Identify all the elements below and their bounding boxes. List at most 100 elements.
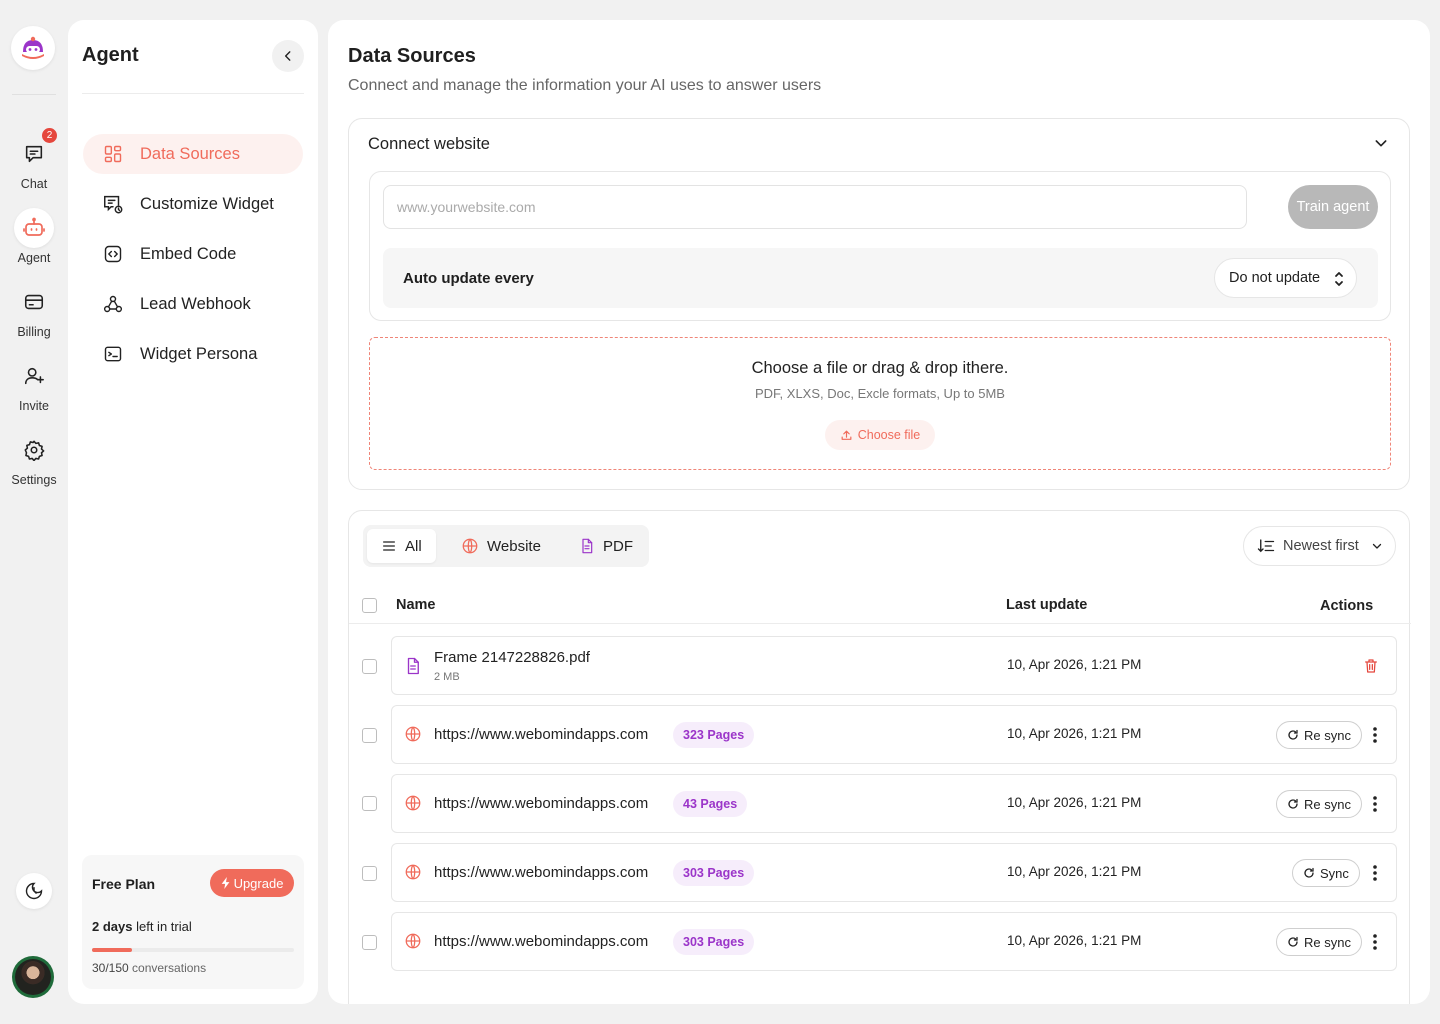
last-update: 10, Apr 2026, 1:21 PM: [1007, 795, 1142, 810]
document-icon: [407, 657, 419, 675]
choose-file-label: Choose file: [857, 428, 921, 442]
bolt-icon: [221, 877, 229, 889]
card-icon: [14, 282, 54, 322]
last-update: 10, Apr 2026, 1:21 PM: [1007, 726, 1142, 741]
tab-label: All: [405, 537, 422, 555]
website-url-input[interactable]: [383, 185, 1247, 229]
more-options-button[interactable]: [1367, 930, 1383, 954]
refresh-icon: [1304, 867, 1314, 878]
select-all-checkbox[interactable]: [362, 598, 377, 613]
page-title: Data Sources: [348, 45, 476, 67]
column-header-name: Name: [396, 597, 436, 613]
trash-icon[interactable]: [1363, 657, 1379, 675]
upgrade-label: Upgrade: [233, 875, 284, 891]
more-options-button[interactable]: [1367, 792, 1383, 816]
rail-item-billing[interactable]: Billing: [0, 282, 68, 339]
row-checkbox[interactable]: [362, 659, 377, 674]
file-drop-zone[interactable]: Choose a file or drag & drop ithere. PDF…: [369, 337, 1391, 470]
app-logo[interactable]: [11, 26, 55, 70]
more-options-button[interactable]: [1367, 723, 1383, 747]
sync-label: Sync: [1320, 865, 1349, 881]
resync-button[interactable]: Re sync: [1276, 790, 1362, 818]
main-panel: Data Sources Connect and manage the info…: [328, 20, 1430, 1004]
usage-text: 30/150 conversations: [92, 961, 206, 975]
rail-label-agent: Agent: [17, 251, 51, 265]
filter-tabs: All Website PDF: [363, 525, 649, 567]
list-icon: [383, 541, 395, 551]
pages-badge: 43 Pages: [673, 791, 748, 817]
last-update: 10, Apr 2026, 1:21 PM: [1007, 657, 1142, 672]
sidebar-item-widget-persona[interactable]: Widget Persona: [83, 334, 303, 374]
source-name: https://www.webomindapps.com: [434, 864, 649, 881]
column-header-actions: Actions: [1320, 598, 1374, 614]
sidebar-item-customize-widget[interactable]: Customize Widget: [83, 184, 303, 224]
usage-progress-bar: [92, 948, 294, 952]
sidebar-item-lead-webhook[interactable]: Lead Webhook: [83, 284, 303, 324]
more-vertical-icon: [1373, 727, 1377, 743]
chat-icon: 2: [14, 128, 57, 174]
plan-card: Free Plan Upgrade 2 days left in trial 3…: [82, 855, 304, 989]
rail-item-agent[interactable]: Agent: [0, 208, 68, 265]
tab-all[interactable]: All: [367, 529, 436, 563]
resync-button[interactable]: Re sync: [1276, 928, 1362, 956]
resync-label: Re sync: [1304, 727, 1351, 743]
row-checkbox[interactable]: [362, 935, 377, 950]
resync-label: Re sync: [1304, 796, 1351, 812]
auto-update-row: Auto update every Do not update: [383, 248, 1378, 308]
rail-item-settings[interactable]: Settings: [0, 430, 68, 487]
more-vertical-icon: [1373, 865, 1377, 881]
tab-website[interactable]: Website: [447, 529, 555, 563]
sources-list-card: All Website PDF Newest first Name Last u…: [348, 510, 1411, 1004]
sidebar-item-data-sources[interactable]: Data Sources: [83, 134, 303, 174]
more-options-button[interactable]: [1367, 861, 1383, 885]
drop-zone-title: Choose a file or drag & drop ithere.: [751, 359, 1009, 377]
row-checkbox[interactable]: [362, 866, 377, 881]
sidebar-title: Agent: [82, 44, 139, 66]
sidebar-divider: [82, 93, 304, 94]
table-row[interactable]: https://www.webomindapps.com 43 Pages 10…: [391, 774, 1397, 833]
rail-label-chat: Chat: [20, 177, 48, 191]
rail-item-invite[interactable]: Invite: [0, 356, 68, 413]
plan-title: Free Plan: [92, 876, 156, 892]
table-row[interactable]: Frame 2147228826.pdf 2 MB 10, Apr 2026, …: [391, 636, 1397, 695]
moon-icon: [25, 882, 43, 900]
source-name: https://www.webomindapps.com: [434, 933, 649, 950]
chevron-down-icon[interactable]: [1373, 135, 1389, 151]
row-checkbox[interactable]: [362, 728, 377, 743]
table-row[interactable]: https://www.webomindapps.com 303 Pages 1…: [391, 912, 1397, 971]
globe-icon: [405, 864, 421, 880]
code-icon: [102, 244, 124, 264]
auto-update-label: Auto update every: [403, 270, 534, 287]
row-checkbox[interactable]: [362, 796, 377, 811]
refresh-icon: [1288, 936, 1298, 947]
auto-update-select[interactable]: Do not update: [1214, 258, 1357, 298]
theme-toggle-button[interactable]: [16, 873, 52, 909]
refresh-icon: [1288, 798, 1298, 809]
sync-button[interactable]: Sync: [1292, 859, 1360, 887]
rail-label-billing: Billing: [17, 325, 51, 339]
train-agent-button[interactable]: Train agent: [1288, 185, 1378, 229]
rail-divider: [12, 94, 56, 95]
rail-item-chat[interactable]: 2 Chat: [0, 128, 68, 191]
collapse-sidebar-button[interactable]: [272, 40, 304, 72]
upgrade-button[interactable]: Upgrade: [210, 869, 294, 897]
more-vertical-icon: [1373, 934, 1377, 950]
robot-icon: [14, 208, 54, 248]
tab-pdf[interactable]: PDF: [565, 529, 647, 563]
last-update: 10, Apr 2026, 1:21 PM: [1007, 864, 1142, 879]
logo-icon: [22, 36, 44, 59]
resync-button[interactable]: Re sync: [1276, 721, 1362, 749]
connect-website-title: Connect website: [368, 135, 490, 153]
updown-chevron-icon: [1335, 272, 1343, 286]
sort-select[interactable]: Newest first: [1243, 526, 1396, 566]
usage-count: 30/150: [92, 961, 129, 975]
source-name: https://www.webomindapps.com: [434, 726, 649, 743]
tab-label: PDF: [603, 537, 633, 555]
table-row[interactable]: https://www.webomindapps.com 323 Pages 1…: [391, 705, 1397, 764]
rail-label-invite: Invite: [19, 399, 49, 413]
globe-icon: [462, 538, 478, 554]
table-row[interactable]: https://www.webomindapps.com 303 Pages 1…: [391, 843, 1397, 902]
user-avatar[interactable]: [12, 956, 54, 998]
sidebar-item-embed-code[interactable]: Embed Code: [83, 234, 303, 274]
choose-file-button[interactable]: Choose file: [825, 420, 935, 450]
